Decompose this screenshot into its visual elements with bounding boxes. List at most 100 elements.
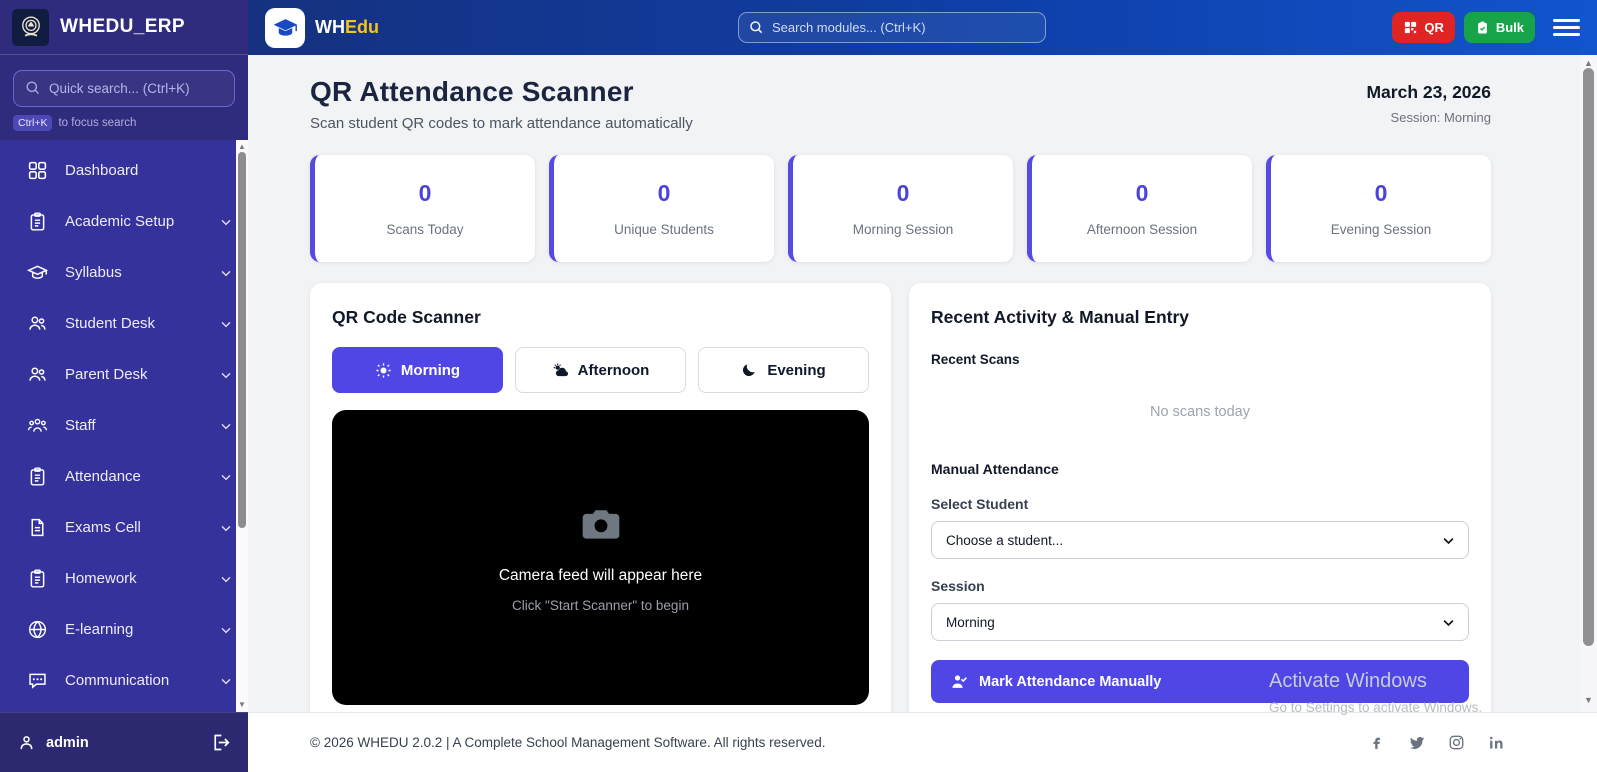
users-icon [27, 364, 48, 385]
main-scrollbar[interactable]: ▲ ▼ [1580, 55, 1597, 712]
school-crest-logo [12, 8, 49, 46]
grid-icon [27, 160, 48, 181]
bulk-button[interactable]: Bulk [1463, 12, 1535, 43]
ctrl-k-badge: Ctrl+K [13, 115, 53, 131]
search-icon [748, 19, 764, 35]
clipboard-list-icon [27, 466, 48, 487]
module-search-input[interactable] [738, 12, 1046, 43]
sidebar-item-attendance[interactable]: Attendance [0, 451, 248, 502]
navbar-actions: QR Bulk [1392, 12, 1580, 43]
stat-card-afternoon-session: 0 Afternoon Session [1027, 155, 1252, 262]
chevron-down-icon [218, 367, 234, 383]
activity-panel: Recent Activity & Manual Entry Recent Sc… [909, 283, 1491, 712]
clipboard-list-icon [27, 211, 48, 232]
sidebar: WHEDU_ERP Ctrl+K to focus search Dashboa… [0, 0, 248, 772]
stat-value: 0 [1135, 180, 1149, 206]
sidebar-item-label: Attendance [65, 468, 141, 485]
sidebar-item-label: Communication [65, 672, 170, 689]
mark-attendance-button[interactable]: Mark Attendance Manually [931, 660, 1469, 703]
chevron-down-icon [218, 469, 234, 485]
sidebar-header: WHEDU_ERP [0, 0, 248, 55]
session-button-evening[interactable]: Evening [698, 347, 869, 393]
whedu-logo[interactable] [265, 7, 305, 48]
sidebar-scrollbar-thumb[interactable] [238, 152, 246, 528]
scanner-panel-title: QR Code Scanner [332, 307, 481, 327]
search-hint: Ctrl+K to focus search [13, 115, 235, 131]
twitter-icon[interactable] [1408, 734, 1425, 751]
instagram-icon[interactable] [1448, 734, 1465, 751]
activity-panel-title: Recent Activity & Manual Entry [931, 307, 1190, 327]
session-button-afternoon[interactable]: Afternoon [515, 347, 686, 393]
qr-button[interactable]: QR [1392, 12, 1455, 43]
recent-scans-label: Recent Scans [931, 352, 1020, 367]
stat-label: Scans Today [386, 222, 464, 237]
clipboard-list-icon [27, 568, 48, 589]
user-icon [17, 733, 36, 752]
search-icon [24, 79, 41, 96]
chevron-down-icon [218, 265, 234, 281]
scroll-down-icon[interactable]: ▼ [1584, 696, 1593, 705]
stat-label: Unique Students [614, 222, 714, 237]
navbar-brand: WHEdu [315, 17, 379, 37]
facebook-icon[interactable] [1368, 734, 1385, 751]
stat-card-evening-session: 0 Evening Session [1266, 155, 1491, 262]
stat-card-scans-today: 0 Scans Today [310, 155, 535, 262]
sidebar-item-staff[interactable]: Staff [0, 400, 248, 451]
sidebar-item-label: Academic Setup [65, 213, 175, 230]
page-title: QR Attendance Scanner [310, 76, 634, 107]
hamburger-menu-icon[interactable] [1553, 15, 1580, 40]
sidebar-item-label: Student Desk [65, 315, 156, 332]
nav-button-label: Bulk [1495, 20, 1524, 35]
session-button-label: Afternoon [577, 361, 650, 379]
main-scrollbar-thumb[interactable] [1583, 68, 1594, 646]
session-button-morning[interactable]: Morning [332, 347, 503, 393]
manual-attendance-label: Manual Attendance [931, 461, 1059, 477]
sidebar-scrollbar[interactable]: ▲ ▼ [236, 140, 248, 712]
graduation-cap-icon [27, 262, 48, 283]
sidebar-brand-title: WHEDU_ERP [60, 16, 186, 37]
scroll-up-icon[interactable]: ▲ [238, 143, 246, 151]
chevron-down-icon [218, 673, 234, 689]
chat-icon [27, 670, 48, 691]
sidebar-item-label: E-learning [65, 621, 134, 638]
footer: © 2026 WHEDU 2.0.2 | A Complete School M… [248, 712, 1597, 772]
sidebar-search-section: Ctrl+K to focus search [0, 55, 248, 140]
select-student-label: Select Student [931, 496, 1029, 512]
sidebar-user-bar: admin [0, 712, 248, 772]
username-label: admin [46, 734, 89, 751]
sidebar-item-communication[interactable]: Communication [0, 655, 248, 706]
chevron-down-icon [218, 316, 234, 332]
chevron-down-icon [1441, 615, 1456, 630]
sidebar-item-homework[interactable]: Homework [0, 553, 248, 604]
sidebar-item-parent-desk[interactable]: Parent Desk [0, 349, 248, 400]
sidebar-item-e-learning[interactable]: E-learning [0, 604, 248, 655]
camera-placeholder-text: Camera feed will appear here [498, 567, 703, 584]
session-button-label: Evening [767, 361, 826, 379]
student-select[interactable]: Choose a student... [931, 521, 1469, 559]
sidebar-item-label: Staff [65, 417, 96, 434]
stats-row: 0 Scans Today 0 Unique Students 0 Morning Ses… [310, 155, 1491, 262]
cloud-sun-icon [552, 362, 569, 379]
quick-search-input[interactable] [13, 70, 235, 107]
logout-icon[interactable] [210, 732, 231, 753]
sidebar-item-academic-setup[interactable]: Academic Setup [0, 196, 248, 247]
sidebar-item-label: Homework [65, 570, 137, 587]
linkedin-icon[interactable] [1488, 734, 1505, 751]
sidebar-item-syllabus[interactable]: Syllabus [0, 247, 248, 298]
staff-group-icon [27, 415, 48, 436]
sidebar-menu: Dashboard Academic Setup Syllabus Student D… [0, 140, 248, 712]
stat-value: 0 [896, 180, 910, 206]
sidebar-item-label: Parent Desk [65, 366, 148, 383]
scroll-down-icon[interactable]: ▼ [238, 701, 246, 709]
session-select[interactable]: Morning [931, 603, 1469, 641]
sidebar-item-student-desk[interactable]: Student Desk [0, 298, 248, 349]
scroll-up-icon[interactable]: ▲ [1584, 59, 1593, 68]
page-content: QR Attendance Scanner Scan student QR co… [248, 55, 1597, 712]
sidebar-item-exams-cell[interactable]: Exams Cell [0, 502, 248, 553]
stat-value: 0 [1374, 180, 1388, 206]
chevron-down-icon [1441, 533, 1456, 548]
sidebar-item-dashboard[interactable]: Dashboard [0, 145, 248, 196]
moon-icon [741, 362, 758, 379]
chevron-down-icon [218, 418, 234, 434]
page-subtitle: Scan student QR codes to mark attendance… [310, 115, 693, 132]
